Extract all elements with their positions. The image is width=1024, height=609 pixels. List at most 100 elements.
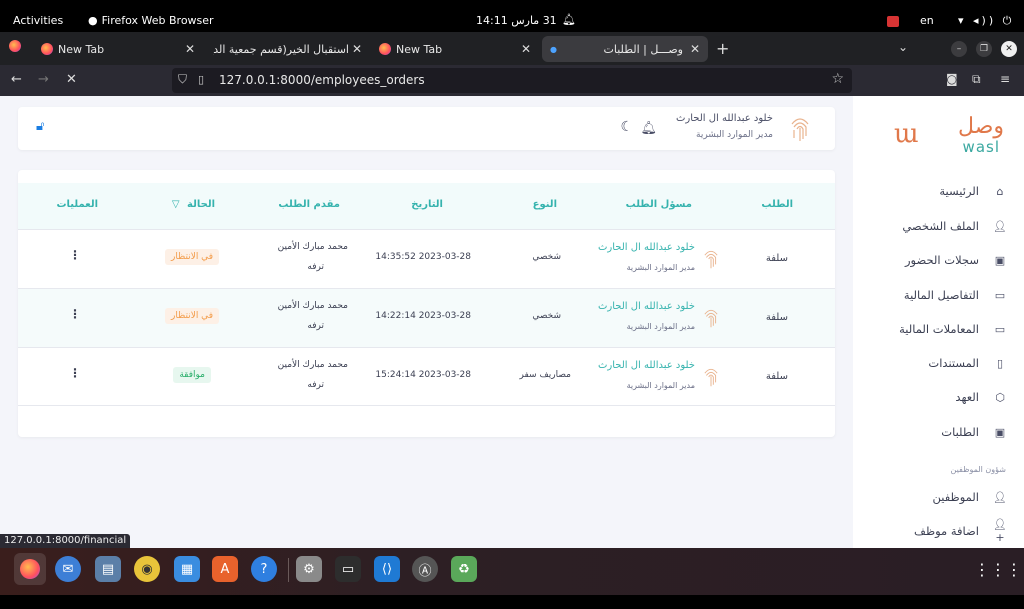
tab-list-chevron-icon[interactable]: ⌄ — [898, 40, 908, 54]
sidebar-item-add-employee[interactable]: 👤︎+ اضافة موظف — [853, 516, 1024, 546]
screen-record-icon[interactable] — [887, 16, 899, 27]
dark-mode-moon-icon[interactable]: ☾ — [620, 119, 633, 135]
cell-applicant-line2: ترفه — [307, 321, 324, 331]
extensions-icon[interactable]: ⧉ — [972, 72, 981, 87]
tab-close-icon[interactable]: ✕ — [352, 42, 362, 56]
user-avatar-fingerprint-icon[interactable] — [787, 114, 813, 144]
sidebar-section-title: شؤون الموظفين — [950, 465, 1006, 474]
dock-help-icon[interactable]: ? — [251, 556, 277, 582]
back-arrow-icon[interactable]: ← — [11, 72, 22, 87]
maximize-icon[interactable]: ❐ — [976, 41, 992, 57]
clock[interactable]: 31 مارس 14:11 — [476, 14, 557, 27]
unlock-icon[interactable]: 🔓︎ — [36, 119, 44, 134]
system-menu-icons[interactable]: ▾ ◂)) ⏻ — [958, 14, 1014, 28]
user-plus-icon: 👤︎+ — [993, 518, 1007, 544]
sidebar-item-employees[interactable]: 👤︎ الموظفين — [853, 482, 1024, 512]
tab-label: New Tab — [58, 42, 105, 56]
show-apps-grid-icon[interactable]: ⋮⋮⋮ — [974, 556, 1022, 582]
cell-owner-role: مدير الموارد البشرية — [626, 322, 695, 331]
sidebar-item-attendance[interactable]: ▣ سجلات الحضور — [853, 245, 1024, 275]
bookmark-star-icon[interactable]: ☆ — [831, 71, 844, 87]
logo-mark-icon: ɯ — [894, 119, 919, 149]
notifications-bell-icon[interactable]: 🔔︎ — [640, 121, 657, 136]
calendar-icon: ▣ — [994, 425, 1006, 439]
forward-arrow-icon[interactable]: → — [38, 72, 49, 87]
sidebar-item-label: الموظفين — [932, 490, 979, 504]
column-header-owner: مسؤل الطلب — [625, 199, 692, 210]
dock-writer-icon[interactable]: ▦ — [174, 556, 200, 582]
status-badge: في الانتظار — [165, 308, 219, 324]
home-icon: ⌂ — [996, 184, 1004, 198]
url-text[interactable]: 127.0.0.1:8000/employees_orders — [219, 73, 425, 87]
sidebar-item-orders[interactable]: ▣ الطلبات — [853, 417, 1024, 447]
box-icon: ⬡ — [995, 390, 1005, 404]
tab-new-tab-2[interactable]: New Tab ✕ — [371, 36, 539, 62]
column-header-status-label: الحالة — [187, 199, 215, 210]
document-icon: ▯ — [996, 356, 1004, 370]
tab-wasl-orders[interactable]: ● وصـــل | الطلبات ✕ — [542, 36, 708, 62]
new-tab-plus-icon[interactable]: + — [716, 39, 729, 58]
sidebar-item-label: العهد — [955, 390, 979, 404]
row-actions-kebab-icon[interactable]: ⋮ — [69, 366, 81, 380]
row-actions-kebab-icon[interactable]: ⋮ — [69, 307, 81, 321]
url-bar[interactable]: ⛉ ▯ 127.0.0.1:8000/employees_orders ☆ — [172, 68, 852, 93]
dock-firefox-icon[interactable] — [14, 553, 46, 585]
language-indicator[interactable]: en — [920, 14, 934, 27]
cell-date: 2023-03-28 14:35:52 — [375, 252, 471, 262]
link-status-tooltip: 127.0.0.1:8000/financial — [0, 534, 131, 548]
column-header-date: التاريخ — [411, 199, 443, 210]
row-actions-kebab-icon[interactable]: ⋮ — [69, 248, 81, 262]
tab-close-icon[interactable]: ✕ — [690, 42, 700, 56]
cell-owner-name[interactable]: خلود عبدالله ال الحارث — [598, 242, 695, 253]
minimize-icon[interactable]: – — [951, 41, 967, 57]
dock-trash-icon[interactable]: ♻ — [451, 556, 477, 582]
activities-button[interactable]: Activities — [13, 14, 63, 27]
column-header-applicant: مقدم الطلب — [278, 199, 340, 210]
page-info-icon[interactable]: ▯ — [198, 73, 204, 86]
tab-new-tab-1[interactable]: New Tab ✕ — [33, 36, 203, 62]
sidebar-item-custody[interactable]: ⬡ العهد — [853, 382, 1024, 412]
dock-separator — [288, 558, 289, 582]
sidebar-item-financial-transactions[interactable]: ▭ المعاملات المالية — [853, 314, 1024, 344]
dock-rhythmbox-icon[interactable]: ◉ — [134, 556, 160, 582]
tab-close-icon[interactable]: ✕ — [521, 42, 531, 56]
cell-owner-name[interactable]: خلود عبدالله ال الحارث — [598, 360, 695, 371]
dock-app-icon[interactable]: Ⓐ — [412, 556, 438, 582]
wasl-logo[interactable]: وصل wasl ɯ — [894, 114, 1004, 158]
app-menu-icon[interactable]: ≡ — [1000, 72, 1010, 86]
sidebar-item-home[interactable]: ⌂ الرئيسية — [853, 176, 1024, 206]
user-role: مدير الموارد البشرية — [696, 130, 773, 140]
table-row: سلفة خلود عبدالله ال الحارث مدير الموارد… — [18, 229, 835, 288]
cell-type: مصاريف سفر — [519, 370, 571, 380]
tracking-shield-icon[interactable]: ⛉ — [178, 72, 187, 87]
tab-close-icon[interactable]: ✕ — [185, 42, 195, 56]
filter-funnel-icon[interactable]: ▽ — [172, 199, 180, 210]
tab-istiqbal[interactable]: استقبال الخير(قسم جمعية الدع ✕ — [205, 36, 370, 62]
user-icon: 👤︎ — [993, 490, 1007, 504]
dock-software-icon[interactable]: A — [212, 556, 238, 582]
sidebar: وصل wasl ɯ ⌂ الرئيسية 👤︎ الملف الشخصي ▣ … — [853, 96, 1024, 548]
sidebar-item-financial-details[interactable]: ▭ التفاصيل المالية — [853, 280, 1024, 310]
dock-settings-icon[interactable]: ⚙ — [296, 556, 322, 582]
sidebar-item-label: الملف الشخصي — [902, 219, 979, 233]
stop-loading-icon[interactable]: ✕ — [66, 72, 77, 87]
dock-terminal-icon[interactable]: ▭ — [335, 556, 361, 582]
sidebar-item-profile[interactable]: 👤︎ الملف الشخصي — [853, 211, 1024, 241]
card-icon: ▭ — [994, 322, 1006, 336]
cell-applicant-name: محمد مبارك الأمين — [277, 360, 348, 370]
app-menu[interactable]: ● Firefox Web Browser — [88, 14, 214, 27]
dock-files-icon[interactable]: ▤ — [95, 556, 121, 582]
status-badge: موافقة — [173, 367, 211, 383]
tab-label: New Tab — [396, 42, 443, 56]
window-close-icon[interactable]: ✕ — [1001, 41, 1017, 57]
column-header-status[interactable]: الحالة ▽ — [172, 199, 215, 210]
cell-owner-name[interactable]: خلود عبدالله ال الحارث — [598, 301, 695, 312]
column-header-actions: العمليات — [56, 199, 99, 210]
sidebar-item-documents[interactable]: ▯ المستندات — [853, 348, 1024, 378]
firefox-view-icon[interactable] — [9, 40, 21, 52]
dock-thunderbird-icon[interactable]: ✉ — [55, 556, 81, 582]
firefox-tab-icon — [379, 43, 391, 55]
pocket-icon[interactable]: ◙ — [946, 72, 958, 86]
dock-vscode-icon[interactable]: ⟨⟩ — [374, 556, 400, 582]
system-top-bar: Activities ● Firefox Web Browser 31 مارس… — [0, 11, 1024, 32]
